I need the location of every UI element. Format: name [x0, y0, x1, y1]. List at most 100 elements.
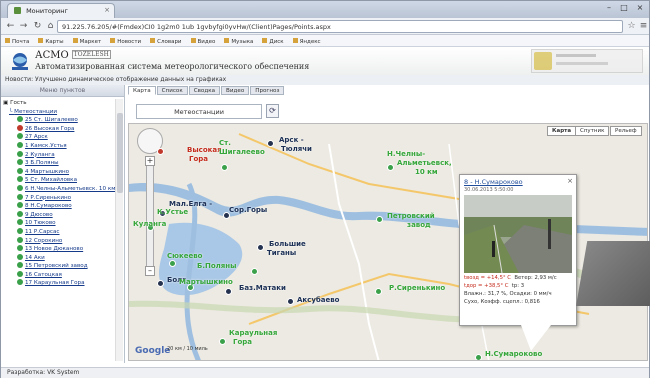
- browser-tab[interactable]: Мониторинг ×: [7, 3, 115, 18]
- minimize-icon[interactable]: –: [603, 3, 615, 14]
- bookmark-item[interactable]: Почта: [5, 38, 29, 45]
- popup-title[interactable]: 8 - Н.Сумароково: [464, 178, 572, 186]
- station-marker[interactable]: [287, 298, 294, 305]
- view-tab[interactable]: Сводка: [188, 86, 221, 95]
- refresh-button[interactable]: ⟳: [266, 104, 279, 118]
- station-marker[interactable]: [157, 280, 164, 287]
- station-marker[interactable]: [219, 338, 226, 345]
- bookmark-item[interactable]: Словари: [150, 38, 182, 45]
- station-marker[interactable]: [475, 354, 482, 360]
- map-zoom-slider[interactable]: [146, 160, 154, 270]
- forward-icon[interactable]: →: [18, 21, 29, 32]
- map-place-label: Р.Сиренькино: [389, 284, 446, 292]
- bookmark-icon: [110, 38, 116, 43]
- zoom-in-button[interactable]: +: [145, 156, 155, 166]
- station-list-item[interactable]: 11 Р.Сарсас: [3, 227, 115, 237]
- station-marker[interactable]: [375, 288, 382, 295]
- home-icon[interactable]: ⌂: [45, 21, 56, 32]
- station-list-item[interactable]: 10 Тюково: [3, 219, 115, 228]
- view-tab[interactable]: Карта: [128, 86, 156, 95]
- station-label: 27 Арск: [25, 134, 48, 141]
- asmo-logo-icon: [12, 53, 28, 70]
- view-tab[interactable]: Видео: [221, 86, 250, 95]
- close-window-icon[interactable]: ×: [634, 3, 646, 14]
- station-list-item[interactable]: 1 Камск.Устья: [3, 141, 115, 151]
- station-marker[interactable]: [257, 244, 264, 251]
- station-list-item[interactable]: 5 Ст. Михайловка: [3, 176, 115, 185]
- bookmark-label: Маркет: [79, 39, 102, 45]
- station-select[interactable]: Метеостанции: [136, 104, 262, 119]
- map-type-map[interactable]: Карта: [547, 126, 577, 136]
- address-bar[interactable]: 91.225.76.205/#(Fmdex)CI0 1g2m0 1ub 1gvb…: [57, 20, 623, 33]
- sidebar-scrollbar[interactable]: [115, 99, 123, 361]
- bookmark-item[interactable]: Диск: [262, 38, 284, 45]
- station-marker[interactable]: [267, 140, 274, 147]
- map-view[interactable]: + – Карта Спутник Рельеф Арск - Тюлячи Выс…: [128, 123, 648, 361]
- back-icon[interactable]: ←: [5, 21, 16, 32]
- user-avatar: [534, 52, 552, 70]
- station-label: 17 Караульная Гора: [25, 280, 85, 287]
- station-list-item[interactable]: 12 Сорокино: [3, 236, 115, 246]
- close-tab-icon[interactable]: ×: [104, 6, 110, 14]
- sidebar-header: Меню пунктов: [1, 85, 124, 97]
- view-tab[interactable]: Прогноз: [250, 86, 285, 95]
- bookmark-item[interactable]: Яндекс: [292, 38, 321, 45]
- menu-icon[interactable]: ≡: [638, 21, 649, 32]
- tree-group-item[interactable]: └ Метеостанции: [3, 108, 115, 117]
- air-temp-value: +14,5° С: [486, 275, 511, 281]
- station-label: 25 Ст. Шигалеево: [25, 117, 78, 124]
- station-list-item[interactable]: 13 Новое Дюканово: [3, 245, 115, 254]
- popup-grip-row: Сухо, Коэфф. сцепл.: 0,816: [464, 299, 540, 305]
- station-marker[interactable]: [221, 164, 228, 171]
- map-place-label: Тиганы: [267, 249, 297, 257]
- maximize-icon[interactable]: □: [618, 3, 630, 14]
- station-list-item[interactable]: 6 Н.Челны-Альметьевск. 10 км: [3, 184, 115, 194]
- bookmark-label: Яндекс: [299, 39, 321, 45]
- station-list-item[interactable]: 15 Петровский завод: [3, 262, 115, 271]
- station-list-item[interactable]: 26 Высокая Гора: [3, 124, 115, 134]
- brand-tag: TOZELESH: [71, 50, 111, 59]
- ok-status-icon: [17, 202, 23, 209]
- station-list-item[interactable]: 2 Куланга: [3, 150, 115, 160]
- station-list-item[interactable]: 9 Дюсово: [3, 210, 115, 220]
- alert-status-icon: [17, 124, 23, 131]
- bookmark-item[interactable]: Новости: [110, 38, 141, 45]
- bookmark-item[interactable]: Маркет: [72, 38, 102, 45]
- bookmark-icon: [5, 38, 10, 43]
- tree-root-item[interactable]: ▣ Гость: [3, 99, 115, 108]
- station-list-item[interactable]: 27 Арск: [3, 133, 115, 142]
- bookmark-item[interactable]: Видео: [190, 38, 215, 45]
- station-list-item[interactable]: 8 Н.Сумароково: [3, 202, 115, 211]
- view-tab[interactable]: Список: [156, 86, 188, 95]
- station-marker[interactable]: [225, 288, 232, 295]
- station-list-item[interactable]: 25 Ст. Шигалеево: [3, 116, 115, 125]
- station-list-item[interactable]: 16 Сатоцкая: [3, 270, 115, 280]
- station-list-item[interactable]: 17 Караульная Гора: [3, 279, 115, 288]
- ok-status-icon: [17, 236, 23, 243]
- map-type-terrain[interactable]: Рельеф: [610, 126, 642, 136]
- alert-station-marker[interactable]: [157, 148, 164, 155]
- station-marker[interactable]: [376, 216, 383, 223]
- scrollbar-thumb[interactable]: [117, 113, 123, 193]
- road-temp-value: +38,5° С: [484, 283, 509, 289]
- station-label: 10 Тюково: [25, 220, 56, 227]
- station-marker[interactable]: [387, 164, 394, 171]
- station-list-item[interactable]: 3 Б.Поляны: [3, 159, 115, 168]
- browser-window: Мониторинг × – □ × ← → ↻ ⌂ 91.225.76.205…: [0, 0, 650, 378]
- station-list-item[interactable]: 14 Аки: [3, 253, 115, 263]
- zoom-out-button[interactable]: –: [145, 266, 155, 276]
- map-type-satellite[interactable]: Спутник: [575, 126, 610, 136]
- bookmark-item[interactable]: Карты: [38, 38, 64, 45]
- reload-icon[interactable]: ↻: [32, 21, 43, 32]
- station-list-item[interactable]: 4 Мартышкино: [3, 167, 115, 177]
- ok-status-icon: [17, 184, 23, 191]
- bookmark-star-icon[interactable]: ☆: [626, 21, 637, 32]
- station-list-item[interactable]: 7 Р.Сиренькино: [3, 193, 115, 203]
- station-marker[interactable]: [251, 268, 258, 275]
- road-camera-image[interactable]: [464, 195, 572, 273]
- station-marker[interactable]: [169, 260, 176, 267]
- bookmark-item[interactable]: Музыка: [224, 38, 253, 45]
- station-label: 1 Камск.Устья: [25, 142, 67, 149]
- user-panel[interactable]: [531, 49, 643, 73]
- popup-close-icon[interactable]: ×: [567, 177, 573, 185]
